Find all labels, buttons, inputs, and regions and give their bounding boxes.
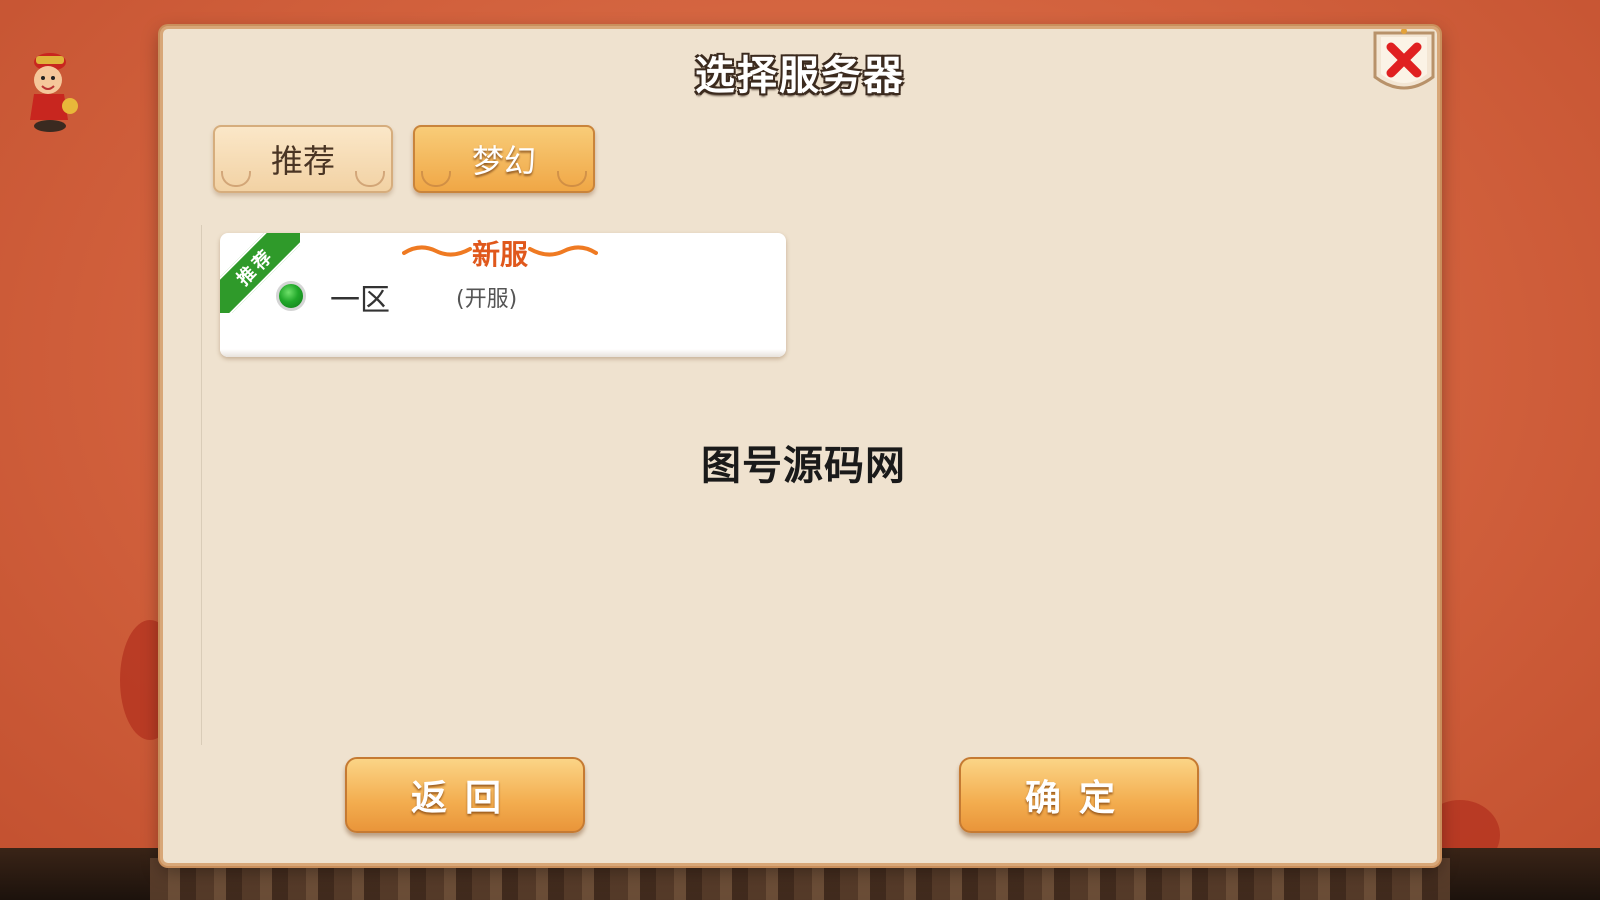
- dialog-title: 选择服务器: [695, 53, 905, 99]
- left-swirl-icon: [401, 245, 472, 257]
- card-edge: [220, 349, 786, 357]
- tab-label: 梦幻: [471, 142, 536, 180]
- server-name: 一区: [330, 283, 390, 318]
- tab-recommended[interactable]: 推荐: [213, 125, 393, 193]
- decor-swirl: [355, 171, 385, 187]
- tab-menghuan[interactable]: 梦幻: [413, 125, 595, 193]
- watermark: 图号源码网: [701, 443, 906, 489]
- new-server-tag: 新服: [390, 235, 610, 271]
- mascot-icon: [30, 53, 78, 132]
- confirm-button[interactable]: 确定: [959, 757, 1199, 833]
- new-server-label: 新服: [471, 238, 528, 271]
- server-status: (开服): [456, 287, 518, 312]
- close-icon[interactable]: [1371, 29, 1437, 99]
- server-select-dialog: 选择服务器 推荐 梦幻 推荐 新服 一区 (开服) 图号源码网 返回 确定: [160, 26, 1440, 866]
- right-swirl-icon: [528, 245, 598, 257]
- server-item[interactable]: 推荐 新服 一区 (开服): [220, 233, 786, 357]
- decor-swirl: [557, 171, 587, 187]
- radio-selected-icon[interactable]: [276, 281, 306, 311]
- back-button-label: 返回: [410, 778, 519, 819]
- decor-swirl: [421, 171, 451, 187]
- decor-swirl: [221, 171, 251, 187]
- back-button[interactable]: 返回: [345, 757, 585, 833]
- confirm-button-label: 确定: [1024, 778, 1133, 819]
- tab-label: 推荐: [270, 142, 335, 180]
